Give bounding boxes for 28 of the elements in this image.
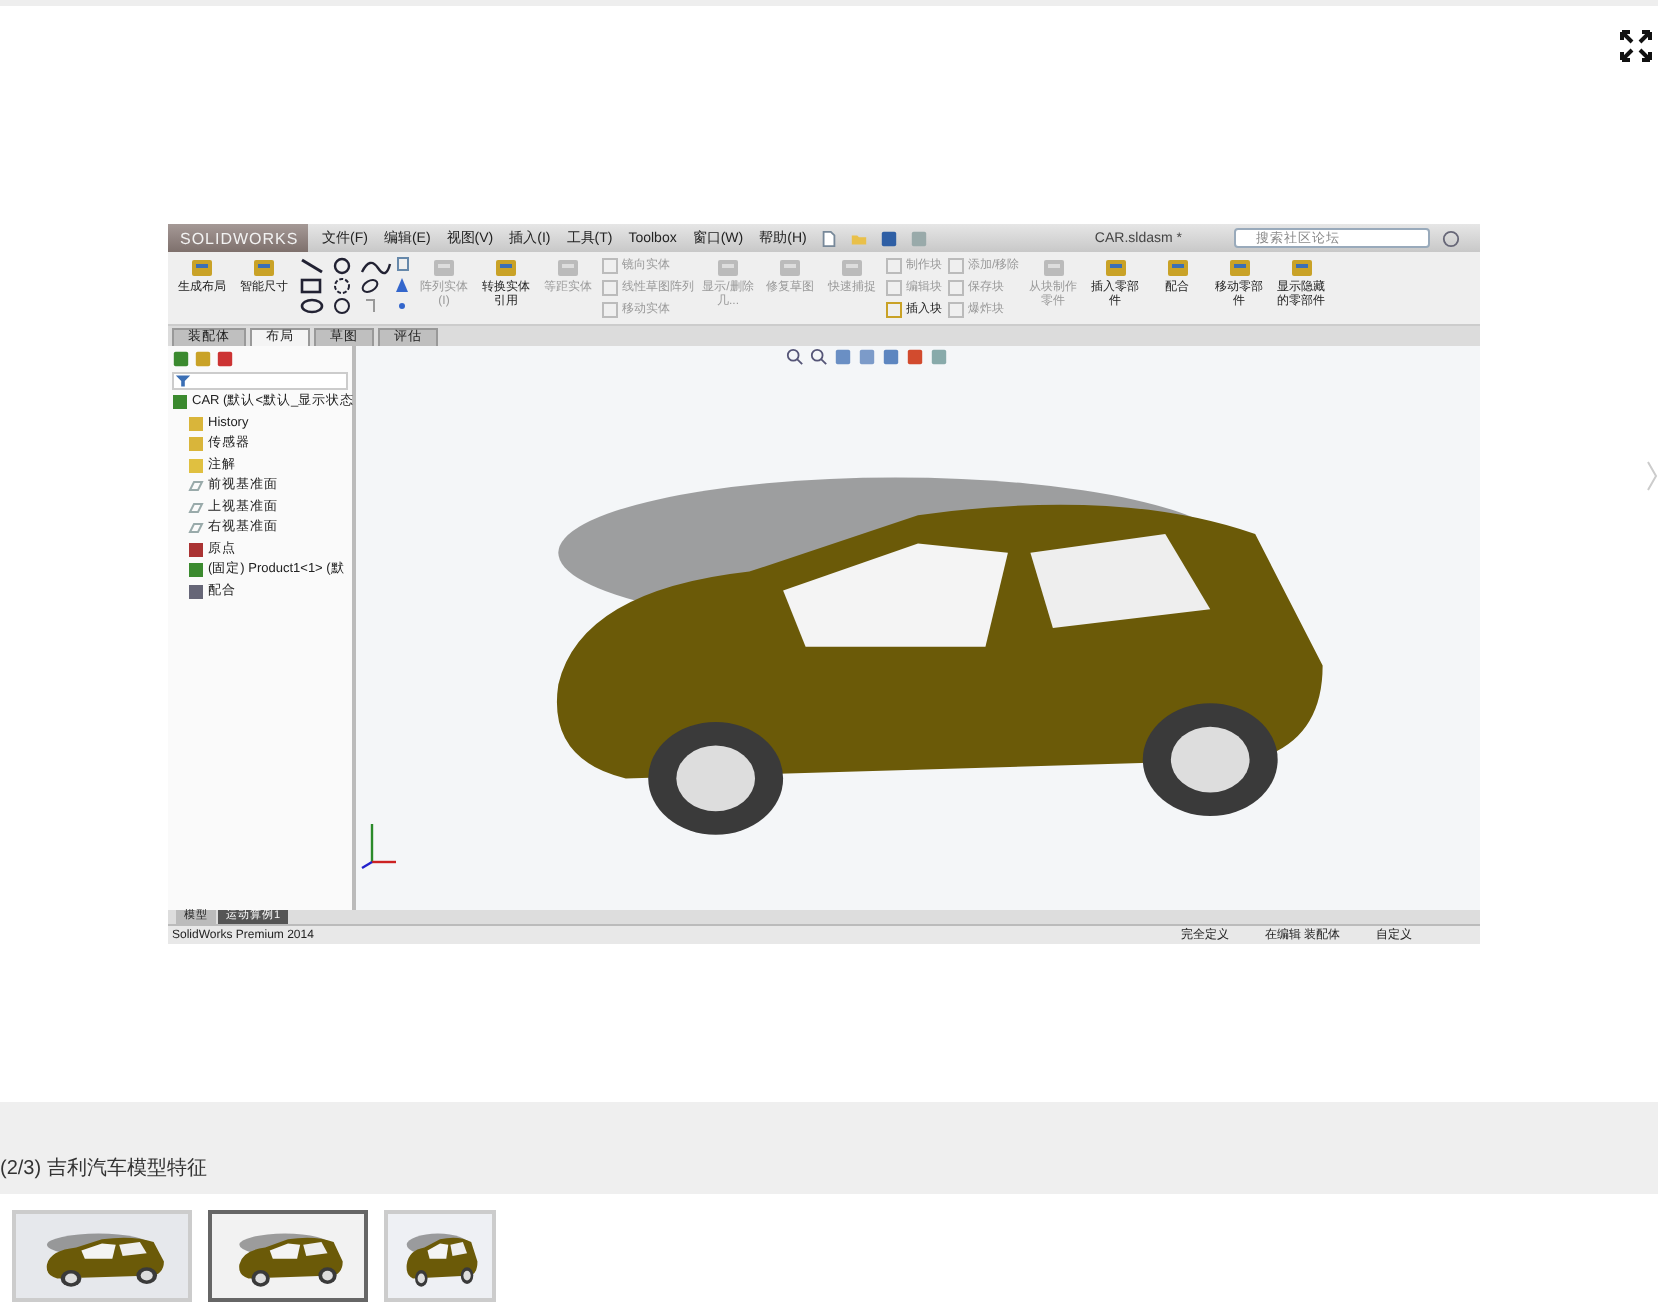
new-file-icon[interactable] — [820, 229, 839, 247]
command-icon — [778, 256, 802, 280]
command-icon — [252, 256, 276, 280]
command-icon — [840, 256, 864, 280]
command-icon — [190, 256, 214, 280]
image-caption: (2/3) 吉利汽车模型特征 — [0, 1155, 207, 1182]
command-icon — [432, 256, 456, 280]
tree-node-icon — [188, 583, 204, 600]
command-icon — [1041, 256, 1066, 280]
tree-node-icon — [188, 415, 204, 432]
zoom-icon[interactable] — [786, 348, 804, 366]
command-icon — [716, 256, 740, 280]
command-icon — [1289, 256, 1314, 280]
command-icon — [1227, 256, 1252, 280]
sketch-tools-icon[interactable] — [298, 256, 410, 316]
filter-icon[interactable] — [174, 372, 192, 390]
tree-node-icon — [188, 457, 204, 474]
command-icon — [494, 256, 518, 280]
app-logo: SOLIDWORKS — [168, 224, 308, 252]
command-icon — [556, 256, 580, 280]
command-icon — [1103, 256, 1128, 280]
command-icon — [1165, 256, 1190, 280]
axes-icon — [360, 818, 400, 870]
tree-node-icon — [172, 394, 188, 411]
tree-node-icon — [188, 436, 204, 453]
tree-node-icon — [188, 541, 204, 558]
zoom-icon[interactable] — [810, 348, 828, 366]
tree-node-icon — [188, 562, 204, 579]
